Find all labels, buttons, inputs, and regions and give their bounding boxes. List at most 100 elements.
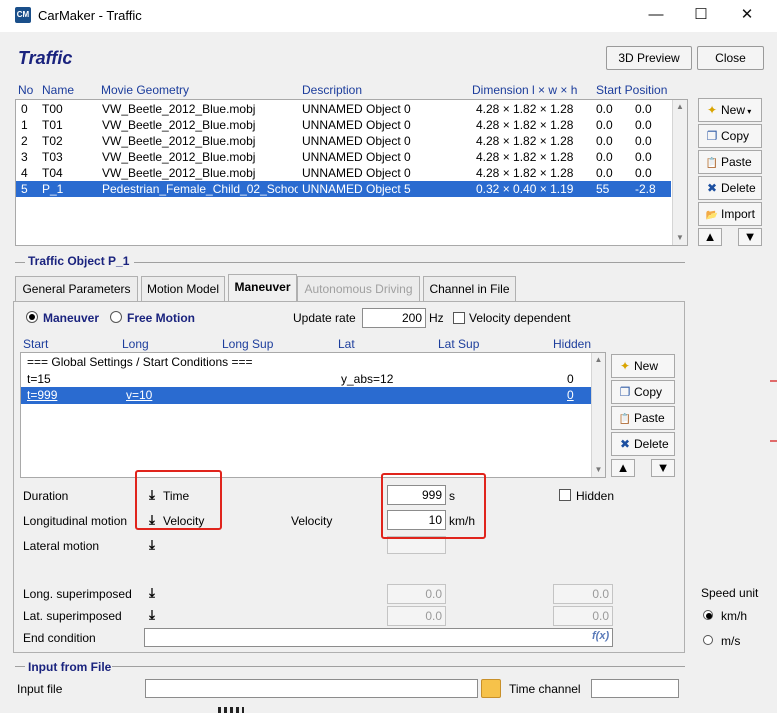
copy-icon: ❐ bbox=[619, 385, 631, 399]
highlight-box bbox=[381, 473, 486, 539]
download-arrow-icon[interactable]: ⤓ bbox=[145, 538, 159, 552]
table-row[interactable]: === Global Settings / Start Conditions =… bbox=[21, 354, 591, 371]
column-header-long-sup: Long Sup bbox=[222, 337, 274, 351]
update-rate-input[interactable]: 200 bbox=[362, 308, 426, 328]
radio-selected-icon bbox=[703, 610, 713, 620]
close-button[interactable]: Close bbox=[697, 46, 764, 70]
copy-icon: ❐ bbox=[706, 129, 718, 143]
copy-button[interactable]: ❐ Copy bbox=[698, 124, 762, 148]
long-sup-value-2: 0.0 bbox=[553, 584, 613, 604]
column-header-lat: Lat bbox=[338, 337, 355, 351]
maneuver-table[interactable]: === Global Settings / Start Conditions =… bbox=[20, 352, 606, 478]
scroll-down-icon[interactable]: ▼ bbox=[673, 231, 687, 245]
column-header-long: Long bbox=[122, 337, 149, 351]
lat-superimposed-label: Lat. superimposed bbox=[23, 609, 122, 623]
download-arrow-icon[interactable]: ⤓ bbox=[145, 608, 159, 622]
radio-unselected-icon bbox=[703, 635, 713, 645]
maneuver-delete-button[interactable]: ✖ Delete bbox=[611, 432, 675, 456]
3d-preview-button[interactable]: 3D Preview bbox=[606, 46, 692, 70]
column-header-name: Name bbox=[42, 83, 75, 97]
radio-unselected-icon bbox=[110, 311, 122, 323]
table-row[interactable]: 2 T02 VW_Beetle_2012_Blue.mobj UNNAMED O… bbox=[16, 133, 671, 149]
page-title: Traffic bbox=[18, 48, 73, 68]
maximize-button[interactable]: ☐ bbox=[678, 0, 724, 32]
scroll-down-icon[interactable]: ▼ bbox=[592, 463, 605, 477]
velocity-dependent-checkbox[interactable] bbox=[453, 312, 465, 324]
minimize-button[interactable]: — bbox=[633, 0, 679, 32]
table-row[interactable]: 1 T01 VW_Beetle_2012_Blue.mobj UNNAMED O… bbox=[16, 117, 671, 133]
column-header-description: Description bbox=[302, 83, 363, 97]
maneuver-copy-button[interactable]: ❐ Copy bbox=[611, 380, 675, 404]
maneuver-new-button[interactable]: ✦ New bbox=[611, 354, 675, 378]
delete-button[interactable]: ✖ Delete bbox=[698, 176, 762, 200]
column-header-dimension: Dimension l × w × h bbox=[472, 83, 578, 97]
maneuver-move-down-button[interactable]: ▼ bbox=[651, 459, 675, 477]
tab-channel-in-file[interactable]: Channel in File bbox=[423, 276, 516, 302]
separator bbox=[15, 666, 25, 667]
function-editor-icon[interactable]: f(x) bbox=[592, 630, 609, 642]
table-row[interactable]: t=15 y_abs=12 0 bbox=[21, 371, 591, 388]
arrow-down-icon: ▼ bbox=[743, 229, 757, 244]
input-file-label: Input file bbox=[17, 682, 63, 696]
table-row[interactable]: 4 T04 VW_Beetle_2012_Blue.mobj UNNAMED O… bbox=[16, 165, 671, 181]
table-row[interactable]: 3 T03 VW_Beetle_2012_Blue.mobj UNNAMED O… bbox=[16, 149, 671, 165]
download-arrow-icon[interactable]: ⤓ bbox=[145, 586, 159, 600]
free-motion-radio[interactable] bbox=[110, 311, 122, 326]
import-button[interactable]: 📂 Import bbox=[698, 202, 762, 226]
background-decoration bbox=[770, 380, 777, 382]
long-sup-value-1: 0.0 bbox=[387, 584, 446, 604]
table-row-selected[interactable]: t=999 v=10 0 bbox=[21, 387, 591, 404]
column-header-lat-sup: Lat Sup bbox=[438, 337, 480, 351]
scroll-up-icon[interactable]: ▲ bbox=[592, 353, 605, 367]
move-down-button[interactable]: ▼ bbox=[738, 228, 762, 246]
scroll-up-icon[interactable]: ▲ bbox=[673, 100, 687, 114]
maneuver-scrollbar[interactable]: ▲ ▼ bbox=[591, 353, 605, 477]
duration-label: Duration bbox=[23, 489, 69, 503]
free-motion-label: Free Motion bbox=[127, 311, 195, 325]
maneuver-move-up-button[interactable]: ▲ bbox=[611, 459, 635, 477]
close-window-button[interactable]: ✕ bbox=[724, 0, 770, 32]
import-icon: 📂 bbox=[705, 210, 719, 221]
input-file-field[interactable] bbox=[145, 679, 478, 698]
end-condition-input[interactable] bbox=[144, 628, 613, 647]
arrow-up-icon: ▲ bbox=[703, 229, 717, 244]
maneuver-radio[interactable] bbox=[26, 311, 38, 326]
table-scrollbar[interactable]: ▲ ▼ bbox=[672, 100, 687, 245]
column-header-hidden: Hidden bbox=[553, 337, 592, 351]
table-row[interactable]: 0 T00 VW_Beetle_2012_Blue.mobj UNNAMED O… bbox=[16, 101, 671, 117]
separator bbox=[112, 666, 685, 667]
velocity-dependent-label: Velocity dependent bbox=[469, 311, 571, 325]
maneuver-paste-button[interactable]: 📋 Paste bbox=[611, 406, 675, 430]
time-channel-input[interactable] bbox=[591, 679, 679, 698]
end-condition-label: End condition bbox=[23, 631, 96, 645]
move-up-button[interactable]: ▲ bbox=[698, 228, 722, 246]
maneuver-mode-label: Maneuver bbox=[43, 311, 100, 325]
background-decoration bbox=[770, 440, 777, 442]
paste-icon: 📋 bbox=[618, 414, 632, 425]
delete-icon: ✖ bbox=[706, 181, 718, 195]
new-icon: ✦ bbox=[706, 103, 718, 117]
kmh-label: km/h bbox=[721, 609, 748, 623]
tab-maneuver[interactable]: Maneuver bbox=[228, 274, 297, 302]
time-channel-label: Time channel bbox=[509, 682, 581, 696]
tab-general-parameters[interactable]: General Parameters bbox=[15, 276, 138, 302]
longitudinal-motion-label: Longitudinal motion bbox=[23, 514, 128, 528]
highlight-box bbox=[135, 470, 222, 530]
table-row-selected[interactable]: 5 P_1 Pedestrian_Female_Child_02_SchoolB… bbox=[16, 181, 671, 197]
input-from-file-title: Input from File bbox=[28, 660, 112, 674]
tab-autonomous-driving[interactable]: Autonomous Driving bbox=[297, 276, 420, 302]
ms-radio[interactable] bbox=[703, 634, 713, 648]
new-button[interactable]: ✦ New ▾ bbox=[698, 98, 762, 122]
paste-icon: 📋 bbox=[705, 158, 719, 169]
traffic-table[interactable]: 0 T00 VW_Beetle_2012_Blue.mobj UNNAMED O… bbox=[15, 99, 688, 246]
column-header-no: No bbox=[18, 83, 34, 97]
update-rate-label: Update rate bbox=[293, 311, 356, 325]
background-decoration bbox=[218, 707, 244, 713]
tab-motion-model[interactable]: Motion Model bbox=[141, 276, 225, 302]
paste-button[interactable]: 📋 Paste bbox=[698, 150, 762, 174]
folder-icon[interactable] bbox=[481, 679, 501, 698]
separator bbox=[134, 262, 685, 263]
kmh-radio[interactable] bbox=[703, 609, 713, 623]
hidden-checkbox[interactable] bbox=[559, 489, 571, 501]
arrow-up-icon: ▲ bbox=[616, 460, 630, 475]
